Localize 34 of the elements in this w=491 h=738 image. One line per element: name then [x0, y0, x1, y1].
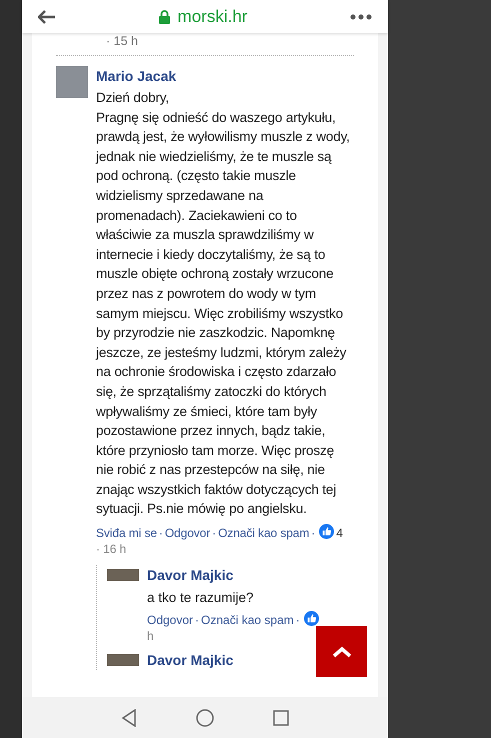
separator-dot: ·	[195, 613, 200, 628]
separator-dot: ·	[296, 613, 300, 628]
chevron-up-icon	[332, 646, 352, 658]
comment-time: · 15 h	[105, 33, 139, 49]
avatar-placeholder	[56, 66, 88, 98]
comment-action-link[interactable]: Sviđa mi se	[96, 526, 157, 540]
like-icon	[319, 524, 334, 540]
back-arrow-icon[interactable]	[38, 10, 56, 24]
like-count: 4	[336, 526, 343, 540]
separator-dot: ·	[311, 526, 316, 540]
url-text[interactable]: morski.hr	[178, 4, 248, 30]
scroll-to-top-button[interactable]	[316, 626, 367, 677]
avatar-placeholder	[107, 569, 139, 582]
comment-text: Dzień dobry,	[96, 89, 170, 107]
home-circle-icon[interactable]	[196, 708, 214, 726]
more-options-icon[interactable]	[350, 14, 372, 20]
reply-text: a tko te razumije?	[147, 589, 254, 608]
comment-time: · 16 h	[96, 541, 128, 558]
reply-author[interactable]: Davor Majkic	[147, 565, 234, 586]
comment-text: Pragnę się odnieść do waszego artykułu, prawdą jest, że wyłowilismy muszle z wody, jednak nie wiedzieliśmy, że te muszle są pod ochroną. (często takie muszle widzielismy sprzedawane na promenadach). Zaciekawieni co to właściwie za muszla sprawdziliśmy w internecie i kiedy doczytaliśmy, że są to muszle obięte ochroną zostały wrzucone przez nas z powrotem do wody w tym samym miejscu. Więc zrobiliśmy wszystko by przyrodzie nie zaszkodzic. Napomknę jeszcze, ze jesteśmy ludzmi, którym zależy na ochronie środowiska i często zdarzało się, że sprzątaliśmy zatoczki do których wpływaliśmy ze śmieci, które tam były pozostawione przez innych, bądz takie, które przyniosło tam morze. Więc proszę nie robić z nas przestepców na siłę, nie znając wszystkich faktów dotyczących tej sytuacji. Ps.nie mówię po angielsku.	[96, 108, 351, 518]
avatar-placeholder	[107, 654, 139, 666]
separator-dot: ·	[158, 526, 163, 540]
separator-dot: ·	[212, 526, 216, 540]
recent-apps-square-icon[interactable]	[272, 710, 289, 726]
comment-action-link[interactable]: Označi kao spam	[218, 526, 310, 540]
back-triangle-icon[interactable]	[121, 708, 138, 726]
comment-author[interactable]: Mario Jacak	[96, 66, 354, 86]
lock-icon	[158, 10, 170, 24]
comment-action-link[interactable]: Odgovor	[164, 526, 210, 540]
reply-author[interactable]: Davor Majkic	[147, 650, 234, 670]
like-icon	[304, 611, 319, 626]
comment-action-link[interactable]: Odgovor	[147, 613, 194, 628]
comment-action-link[interactable]: Označi kao spam	[201, 613, 294, 628]
comment-time: h	[147, 628, 155, 644]
